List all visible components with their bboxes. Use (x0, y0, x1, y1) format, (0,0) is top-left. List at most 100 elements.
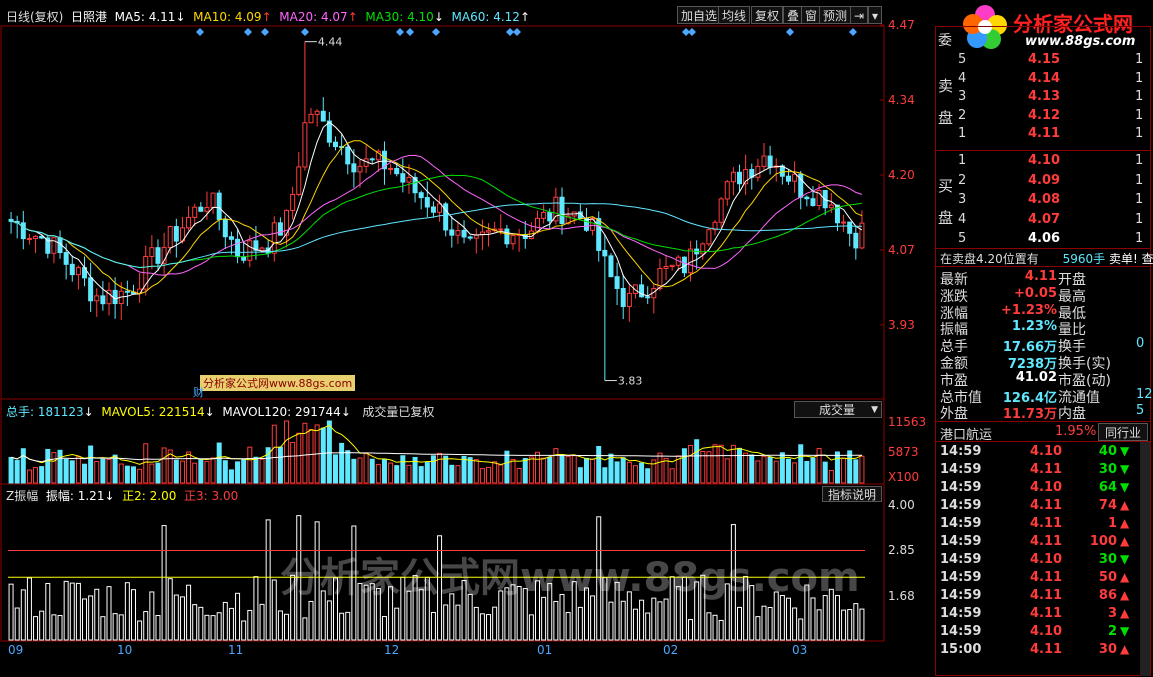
candles (8, 41, 865, 381)
sell-level[interactable]: 3 (958, 89, 966, 104)
volume-bar (590, 458, 596, 484)
candle-body (486, 230, 492, 233)
arrow-down-icon: ▼ (1120, 552, 1130, 566)
candle-body (198, 206, 204, 212)
amplitude-bar (430, 611, 436, 641)
amplitude-bar (106, 586, 112, 641)
total-volume: 总手: 181123 (6, 405, 84, 419)
sell-volume: 1 (1135, 89, 1144, 104)
amplitude-bar (663, 598, 669, 641)
tick-time: 14:59 (940, 516, 982, 531)
price-panel-border (0, 25, 885, 400)
candle-body (94, 295, 100, 302)
candle-body (724, 181, 730, 200)
tick-price: 4.10 (1030, 444, 1063, 459)
volume-bar (504, 450, 510, 484)
indicator-help-button[interactable]: 指标说明 (822, 486, 882, 502)
candle-body (841, 221, 847, 224)
amplitude-bar (235, 592, 241, 641)
volume-bar (94, 461, 100, 484)
volume-tick-label: X100 (888, 470, 920, 484)
volume-bar (455, 465, 461, 484)
sell-level[interactable]: 5 (958, 52, 966, 67)
wei-label: 委 (938, 33, 952, 49)
amplitude-bar (204, 614, 210, 641)
sell-level[interactable]: 1 (958, 126, 966, 141)
buy-price: 4.10 (1028, 153, 1061, 168)
amplitude-bar (173, 594, 179, 641)
sell-volume: 1 (1135, 70, 1144, 86)
buy-level[interactable]: 4 (958, 212, 966, 227)
candle-body (26, 237, 32, 240)
volume-bar (486, 466, 492, 484)
tab-same-industry[interactable]: 同行业 (1098, 423, 1148, 441)
sell-level[interactable]: 4 (958, 71, 966, 86)
industry-pct: 1.95% (1055, 424, 1097, 439)
volume-bar (553, 448, 559, 484)
candle-body (461, 229, 467, 238)
order-alert: 在卖盘4.20位置有 5960手 卖单! 查 (940, 252, 1153, 266)
arrow-up-icon: ▲ (1120, 534, 1130, 548)
sell-price: 4.12 (1028, 107, 1061, 123)
amplitude-bar (718, 619, 724, 641)
ob-divider-3 (936, 266, 1150, 267)
candle-body (504, 228, 510, 245)
volume-bar (161, 447, 167, 484)
tick-time: 14:59 (940, 534, 982, 549)
volume-bar (657, 452, 663, 484)
amplitude-bar (608, 601, 614, 641)
candle-body (75, 267, 81, 276)
arrow-up-icon: ▲ (1120, 642, 1130, 656)
event-diamond-icon (432, 28, 440, 36)
high-label: 4.44 (318, 36, 343, 49)
candle-body (228, 236, 234, 240)
indicator-select[interactable]: 成交量 ▼ (794, 401, 882, 418)
candle-body (828, 204, 834, 209)
price-tick-label: 4.47 (888, 18, 915, 32)
volume-bar (100, 458, 106, 484)
volume-bar (479, 468, 485, 484)
tick-volume: 30 (1098, 462, 1117, 477)
cai-marker: 财 (193, 386, 204, 399)
amplitude-bar (69, 582, 75, 641)
mavol5: MAVOL5: 221514 (101, 405, 205, 419)
candle-body (602, 249, 608, 257)
volume-bar (124, 465, 130, 484)
volume-bar (834, 451, 840, 484)
buy-price: 4.06 (1028, 231, 1061, 246)
amplitude-bar (492, 606, 498, 641)
sell-volume: 1 (1135, 126, 1144, 141)
amplitude-bar (45, 582, 51, 641)
buy-level[interactable]: 3 (958, 192, 966, 207)
buy-volume: 1 (1135, 231, 1144, 246)
candle-body (559, 196, 565, 225)
volume-bar (663, 457, 669, 484)
volume-bar (437, 452, 443, 484)
arrow-down-icon: ▼ (1120, 444, 1130, 458)
volume-bar (522, 457, 528, 484)
ticks-scrollbar[interactable] (1140, 442, 1150, 676)
amplitude-bar (639, 599, 645, 641)
candle-body (663, 266, 669, 270)
amplitude-bar (82, 598, 88, 641)
buy-level[interactable]: 1 (958, 153, 966, 168)
candle-body (302, 122, 308, 168)
sell-level[interactable]: 2 (958, 108, 966, 123)
event-diamond-icon (301, 28, 309, 36)
buy-level[interactable]: 2 (958, 173, 966, 188)
buy-price: 4.09 (1028, 172, 1061, 188)
event-diamond-icon (196, 28, 204, 36)
ma60-line (11, 202, 862, 269)
sell-price: 4.15 (1028, 52, 1061, 67)
candle-body (688, 248, 694, 274)
buy-level[interactable]: 5 (958, 231, 966, 246)
candle-body (730, 171, 736, 183)
candle-body (535, 217, 541, 232)
amplitude-bar (651, 597, 657, 641)
volume-bar (75, 456, 81, 484)
amplitude-bar (14, 607, 20, 641)
volume-bar (20, 448, 26, 484)
industry-divider (936, 441, 1150, 442)
amplitude-bar (381, 616, 387, 641)
event-diamond-icon (396, 28, 404, 36)
